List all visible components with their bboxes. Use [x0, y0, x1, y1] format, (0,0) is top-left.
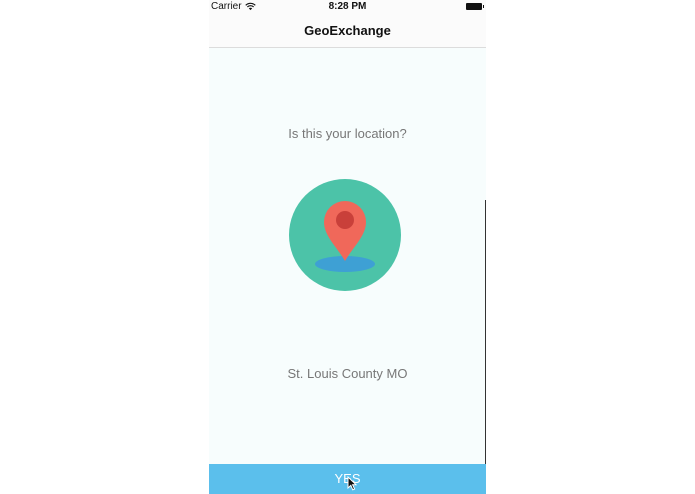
location-prompt: Is this your location? [288, 126, 407, 141]
nav-title: GeoExchange [304, 23, 391, 38]
stage: Carrier 8:28 PM GeoExchange Is this your… [0, 0, 695, 494]
screen-edge-divider [485, 200, 486, 464]
status-time: 8:28 PM [328, 1, 367, 12]
mouse-cursor-icon [347, 476, 357, 491]
location-name: St. Louis County MO [287, 366, 408, 381]
battery-icon [466, 3, 484, 10]
map-pin-icon [289, 179, 401, 291]
navigation-bar: GeoExchange [209, 14, 486, 48]
status-bar: Carrier 8:28 PM [209, 0, 486, 14]
phone-screen: Carrier 8:28 PM GeoExchange Is this your… [209, 0, 486, 494]
